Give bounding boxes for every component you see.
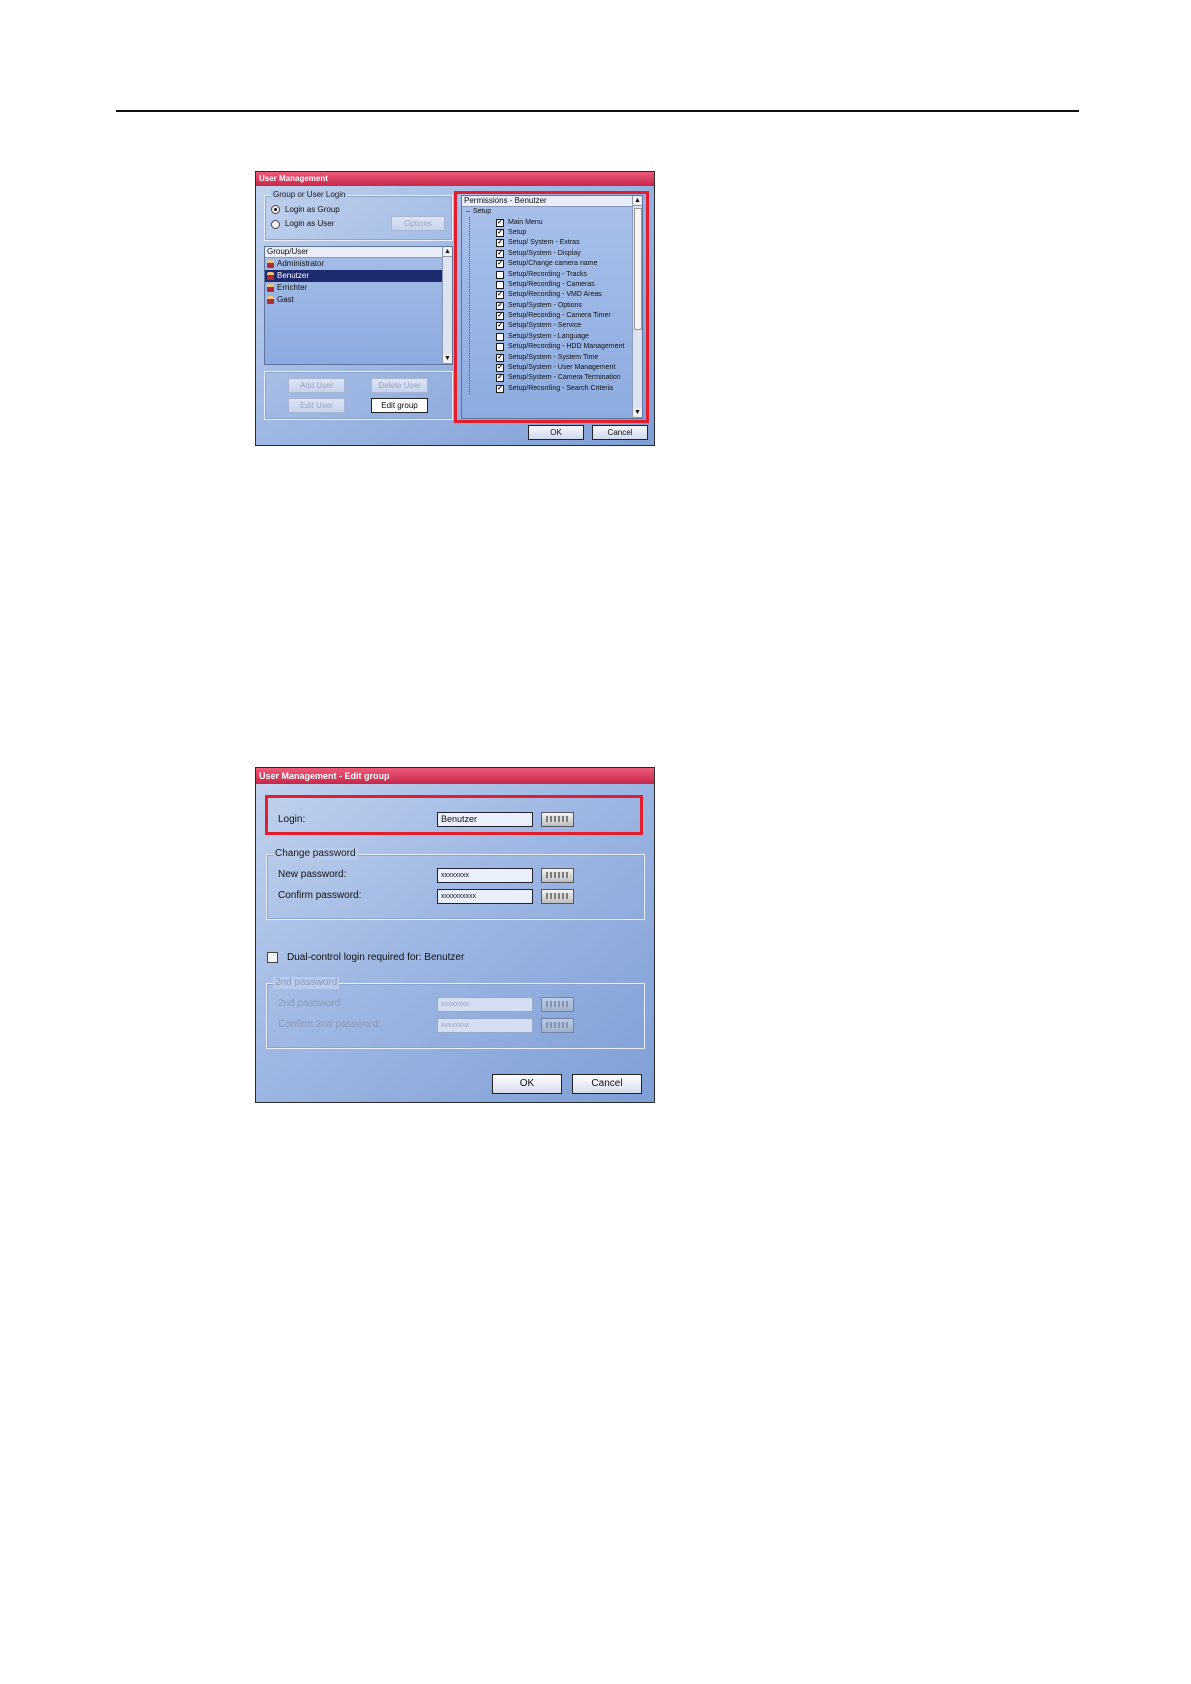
list-item[interactable]: Benutzer	[265, 270, 443, 282]
list-scrollbar[interactable]: ▲ ▼	[442, 247, 452, 364]
new-password-label: New password:	[278, 869, 347, 880]
edit-group-button[interactable]: Edit group	[371, 398, 428, 413]
permissions-highlight-frame	[454, 191, 649, 423]
user-icon	[267, 284, 274, 292]
cancel-button[interactable]: Cancel	[592, 425, 648, 440]
confirm-password-field[interactable]: xxxxxxxxxx	[437, 889, 533, 904]
dual-control-checkbox[interactable]	[267, 952, 278, 963]
list-item[interactable]: Errichter	[265, 282, 443, 294]
keyboard-icon[interactable]	[541, 889, 574, 904]
second-password-field[interactable]: xxxxxxxx	[437, 997, 533, 1012]
keyboard-icon[interactable]	[541, 1018, 574, 1033]
dialog-title: User Management - Edit group	[256, 768, 654, 784]
add-user-button[interactable]: Add User	[288, 378, 345, 393]
confirm-second-password-label: Confirm 2nd password:	[278, 1019, 381, 1030]
options-button[interactable]: Options	[391, 216, 445, 231]
ok-button[interactable]: OK	[492, 1074, 562, 1094]
user-icon	[267, 296, 274, 304]
page-header-rule	[116, 110, 1079, 112]
login-mode-group-title: Group or User Login	[271, 190, 348, 200]
confirm-password-label: Confirm password:	[278, 890, 362, 901]
confirm-second-password-field[interactable]: xxxxxxxx	[437, 1018, 533, 1033]
edit-user-button[interactable]: Edit User	[288, 398, 345, 413]
login-as-user-label: Login as User	[285, 219, 335, 228]
login-as-group-label: Login as Group	[285, 205, 340, 214]
new-password-field[interactable]: xxxxxxxx	[437, 868, 533, 883]
user-icon	[267, 272, 274, 280]
scroll-down-icon[interactable]: ▼	[443, 354, 452, 364]
delete-user-button[interactable]: Delete User	[371, 378, 428, 393]
dual-control-label: Dual-control login required for: Benutze…	[287, 952, 465, 963]
login-as-group-radio[interactable]	[271, 205, 280, 214]
group-user-list[interactable]: Group/User Administrator Benutzer Errich…	[264, 246, 453, 365]
keyboard-icon[interactable]	[541, 997, 574, 1012]
group-user-list-header: Group/User	[265, 247, 452, 258]
user-icon	[267, 260, 274, 268]
second-password-label: 2nd password:	[278, 998, 344, 1009]
cancel-button[interactable]: Cancel	[572, 1074, 642, 1094]
second-password-group: 2nd password 2nd password: xxxxxxxx Conf…	[266, 977, 645, 1049]
login-mode-group: Group or User Login Login as Group Login…	[264, 190, 453, 241]
scroll-up-icon[interactable]: ▲	[443, 247, 452, 257]
ok-button[interactable]: OK	[528, 425, 584, 440]
second-password-title: 2nd password	[273, 977, 340, 989]
change-password-group: Change password New password: xxxxxxxx C…	[266, 848, 645, 920]
login-as-user-radio[interactable]	[271, 220, 280, 229]
user-actions-group: Add User Delete User Edit User Edit grou…	[264, 371, 453, 420]
login-highlight-frame	[265, 795, 643, 835]
dialog-title: User Management	[256, 172, 654, 186]
list-item[interactable]: Administrator	[265, 258, 443, 270]
change-password-title: Change password	[273, 848, 358, 860]
list-item[interactable]: Gast	[265, 294, 443, 306]
keyboard-icon[interactable]	[541, 868, 574, 883]
